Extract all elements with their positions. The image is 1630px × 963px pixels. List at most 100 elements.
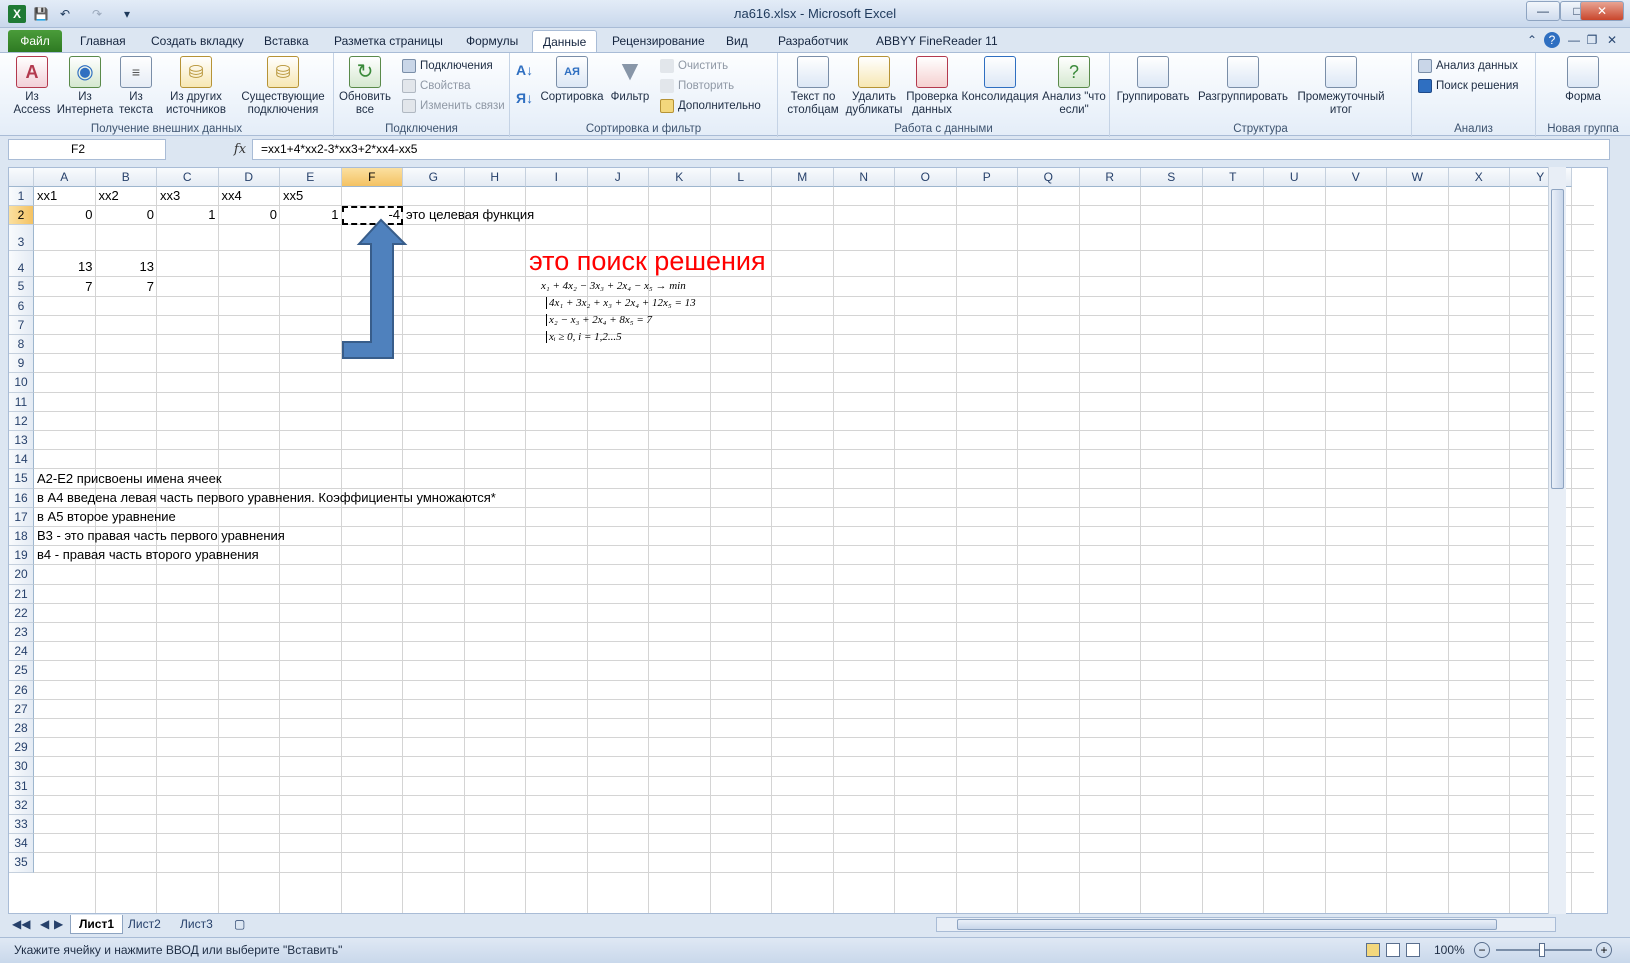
filter-button[interactable]: ▼ Фильтр — [608, 56, 652, 104]
clear-filter-button[interactable]: Очистить — [658, 57, 728, 75]
zoom-in-icon[interactable]: + — [1596, 942, 1612, 958]
column-header-d[interactable]: D — [218, 168, 280, 187]
column-header-x[interactable]: X — [1448, 168, 1510, 187]
connections-button[interactable]: Подключения — [400, 57, 493, 75]
column-header-s[interactable]: S — [1141, 168, 1203, 187]
column-header-j[interactable]: J — [587, 168, 649, 187]
row-header-6[interactable]: 6 — [9, 296, 34, 316]
cell-a15[interactable]: A2-E2 присвоены имена ячеек — [34, 470, 225, 488]
sort-button[interactable]: AЯ Сортировка — [538, 56, 606, 104]
column-header-c[interactable]: C — [157, 168, 219, 187]
select-all-corner[interactable] — [9, 168, 34, 187]
row-header-16[interactable]: 16 — [9, 488, 34, 508]
cell-c1[interactable]: xx3 — [157, 187, 183, 205]
row-header-30[interactable]: 30 — [9, 757, 34, 777]
column-header-b[interactable]: B — [95, 168, 157, 187]
row-header-19[interactable]: 19 — [9, 546, 34, 566]
tab-data[interactable]: Данные — [532, 30, 598, 52]
tab-abbyy[interactable]: ABBYY FineReader 11 — [866, 30, 1008, 52]
properties-button[interactable]: Свойства — [400, 77, 471, 95]
row-header-8[interactable]: 8 — [9, 335, 34, 355]
from-web-button[interactable]: ◉ Из Интернета — [56, 56, 114, 117]
solver-button[interactable]: Поиск решения — [1416, 77, 1518, 95]
column-header-o[interactable]: O — [895, 168, 957, 187]
formula-input[interactable]: =xx1+4*xx2-3*xx3+2*xx4-xx5 — [252, 139, 1610, 160]
tab-developer[interactable]: Разработчик — [768, 30, 858, 52]
vertical-scroll-thumb[interactable] — [1551, 189, 1564, 489]
ribbon-collapse-icon[interactable]: ⌃ — [1524, 32, 1540, 48]
group-button[interactable]: Группировать — [1112, 56, 1194, 104]
normal-view-icon[interactable] — [1366, 943, 1380, 957]
row-header-12[interactable]: 12 — [9, 411, 34, 431]
column-header-u[interactable]: U — [1264, 168, 1326, 187]
sheet-tab-2[interactable]: Лист2 — [120, 915, 169, 934]
row-header-18[interactable]: 18 — [9, 527, 34, 547]
row-header-35[interactable]: 35 — [9, 853, 34, 873]
page-break-view-icon[interactable] — [1406, 943, 1420, 957]
doc-minimize-icon[interactable]: — — [1566, 32, 1582, 48]
cell-d1[interactable]: xx4 — [219, 187, 245, 205]
column-header-h[interactable]: H — [464, 168, 526, 187]
column-header-k[interactable]: K — [649, 168, 711, 187]
tab-create[interactable]: Создать вкладку — [141, 30, 254, 52]
existing-connections-button[interactable]: ⛁ Существующие подключения — [234, 56, 332, 117]
cell-e2[interactable]: 1 — [280, 206, 342, 224]
column-header-n[interactable]: N — [833, 168, 895, 187]
row-header-23[interactable]: 23 — [9, 623, 34, 643]
consolidate-button[interactable]: Консолидация — [960, 56, 1040, 104]
cell-a18[interactable]: В3 - это правая часть первого уравнения — [34, 527, 288, 545]
column-header-v[interactable]: V — [1325, 168, 1387, 187]
cell-e1[interactable]: xx5 — [280, 187, 306, 205]
sheet-tab-1[interactable]: Лист1 — [70, 915, 124, 934]
horizontal-scrollbar[interactable] — [936, 917, 1556, 932]
cell-a5[interactable]: 7 — [34, 278, 96, 296]
column-header-e[interactable]: E — [280, 168, 342, 187]
sort-za-icon[interactable]: Я↓ — [516, 89, 533, 107]
row-header-28[interactable]: 28 — [9, 719, 34, 739]
what-if-button[interactable]: ? Анализ "что если" — [1040, 56, 1108, 117]
insert-sheet-icon[interactable]: ▢ — [226, 915, 253, 934]
row-header-20[interactable]: 20 — [9, 565, 34, 585]
row-header-26[interactable]: 26 — [9, 680, 34, 700]
column-header-r[interactable]: R — [1079, 168, 1141, 187]
column-header-l[interactable]: L — [710, 168, 772, 187]
data-validation-button[interactable]: Проверка данных — [904, 56, 960, 117]
row-header-4[interactable]: 4 — [9, 251, 34, 278]
help-icon[interactable]: ? — [1544, 32, 1560, 48]
column-header-i[interactable]: I — [526, 168, 588, 187]
row-header-5[interactable]: 5 — [9, 277, 34, 297]
from-other-sources-button[interactable]: ⛁ Из других источников — [158, 56, 234, 117]
form-button[interactable]: Форма — [1550, 56, 1616, 104]
cell-c2[interactable]: 1 — [157, 206, 219, 224]
cell-d2[interactable]: 0 — [219, 206, 281, 224]
cell-a17[interactable]: в А5 второе уравнение — [34, 508, 179, 526]
subtotal-button[interactable]: Промежуточный итог — [1292, 56, 1390, 117]
row-header-7[interactable]: 7 — [9, 315, 34, 335]
row-header-29[interactable]: 29 — [9, 738, 34, 758]
tab-file[interactable]: Файл — [8, 30, 62, 52]
cell-g2[interactable]: это целевая функция — [403, 206, 537, 224]
reapply-button[interactable]: Повторить — [658, 77, 734, 95]
page-layout-view-icon[interactable] — [1386, 943, 1400, 957]
tab-view[interactable]: Вид — [716, 30, 758, 52]
prev-sheet-icon[interactable]: ◀ — [38, 915, 51, 934]
column-header-f[interactable]: F — [341, 168, 403, 187]
row-header-15[interactable]: 15 — [9, 469, 34, 489]
column-header-m[interactable]: M — [772, 168, 834, 187]
insert-function-icon[interactable]: fx — [230, 140, 250, 160]
doc-close-icon[interactable]: ✕ — [1604, 32, 1620, 48]
cell-a4[interactable]: 13 — [34, 258, 96, 276]
row-header-32[interactable]: 32 — [9, 795, 34, 815]
row-header-33[interactable]: 33 — [9, 815, 34, 835]
row-header-9[interactable]: 9 — [9, 354, 34, 374]
first-sheet-icon[interactable]: ◀◀ — [10, 915, 32, 934]
row-header-14[interactable]: 14 — [9, 450, 34, 470]
row-header-27[interactable]: 27 — [9, 699, 34, 719]
row-header-31[interactable]: 31 — [9, 776, 34, 796]
from-text-button[interactable]: ≡ Из текста — [114, 56, 158, 117]
row-header-17[interactable]: 17 — [9, 507, 34, 527]
column-header-g[interactable]: G — [403, 168, 465, 187]
zoom-out-icon[interactable]: − — [1474, 942, 1490, 958]
tab-home[interactable]: Главная — [70, 30, 136, 52]
row-header-21[interactable]: 21 — [9, 584, 34, 604]
